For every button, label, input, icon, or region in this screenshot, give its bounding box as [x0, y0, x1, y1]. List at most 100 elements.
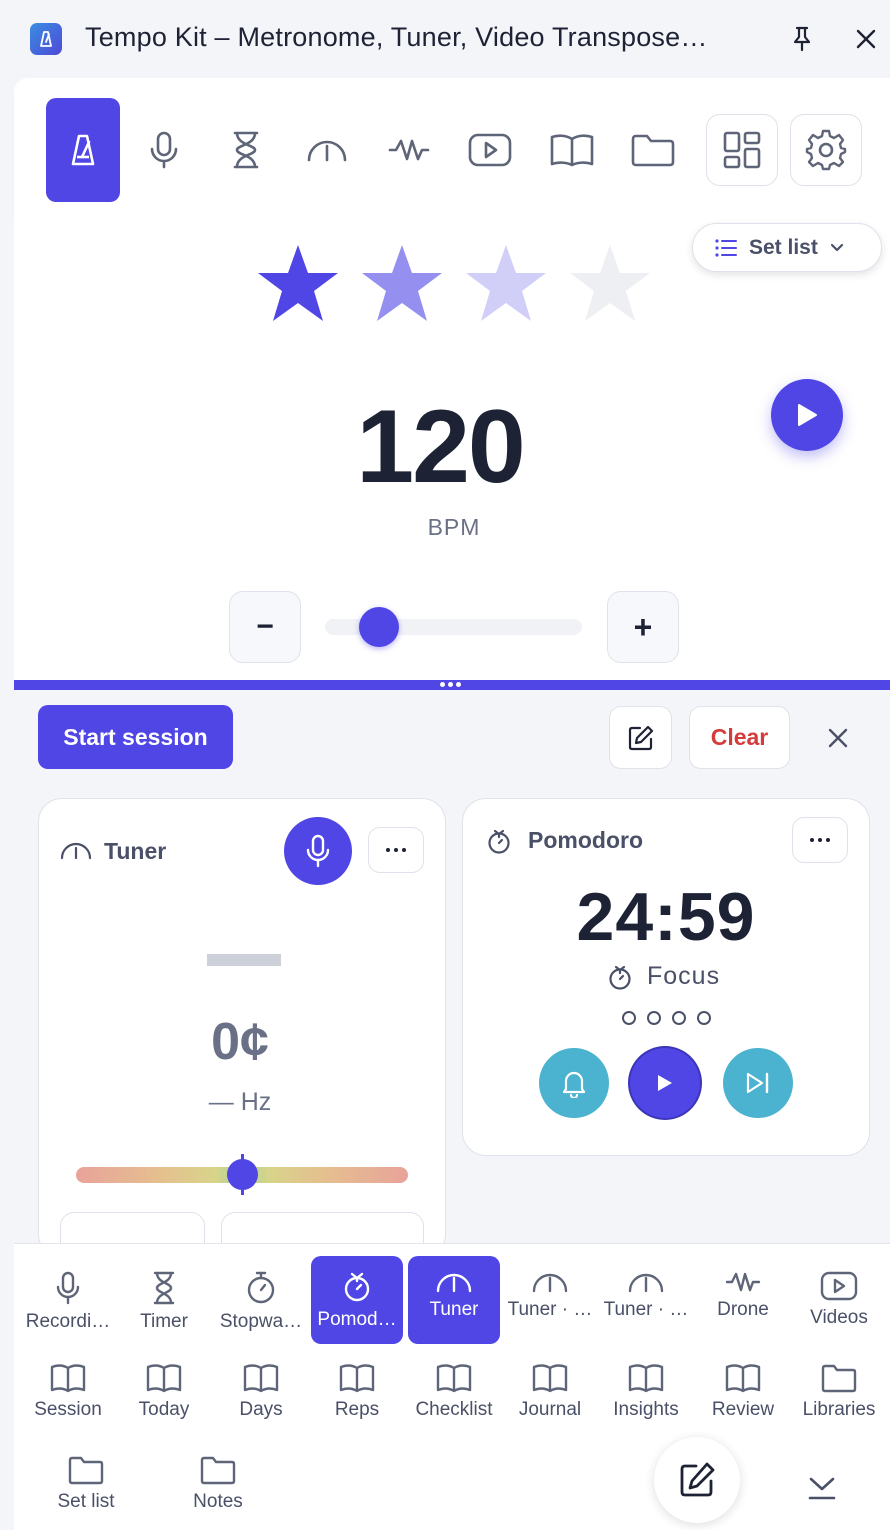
edit-icon	[680, 1462, 715, 1497]
layout-button[interactable]	[706, 114, 778, 186]
close-window-icon[interactable]	[849, 22, 883, 56]
tuner-mic-button[interactable]	[284, 817, 352, 885]
tool-timer[interactable]	[209, 98, 283, 202]
book-icon	[146, 1363, 182, 1393]
pomodoro-card-title: Pomodoro	[528, 827, 643, 853]
launcher-item-label: Tuner · …	[507, 1299, 593, 1320]
launcher-item-videos[interactable]: Videos	[793, 1256, 885, 1344]
launcher-item-review[interactable]: Review	[697, 1348, 789, 1436]
edit-icon	[628, 725, 653, 750]
tool-journal[interactable]	[535, 98, 609, 202]
accent-star-2[interactable]	[360, 243, 444, 323]
launcher-item-pomod[interactable]: Pomod…	[311, 1256, 403, 1344]
folder-icon	[631, 134, 675, 167]
launcher-item-days[interactable]: Days	[215, 1348, 307, 1436]
launcher-item-timer[interactable]: Timer	[118, 1256, 210, 1344]
launcher-item-session[interactable]: Session	[22, 1348, 114, 1436]
accent-star-3[interactable]	[464, 243, 548, 323]
pomodoro-more-button[interactable]	[792, 817, 848, 863]
tomato-timer-icon	[609, 965, 631, 990]
book-icon	[243, 1363, 279, 1393]
round-dot	[622, 1011, 636, 1025]
tuner-gauge-icon	[60, 842, 92, 860]
pomodoro-skip-button[interactable]	[723, 1048, 793, 1118]
tuner-frequency: — Hz	[208, 1088, 272, 1116]
skip-forward-icon	[746, 1072, 769, 1094]
tuner-more-button[interactable]	[368, 827, 424, 873]
launcher-item-label: Days	[239, 1399, 283, 1420]
collapse-launcher-icon[interactable]	[804, 1470, 840, 1506]
launcher-item-label: Today	[138, 1399, 190, 1420]
pomodoro-play-button[interactable]	[630, 1048, 700, 1118]
launcher-item-notes[interactable]: Notes	[172, 1440, 264, 1528]
book-icon	[436, 1363, 472, 1393]
setlist-dropdown[interactable]: Set list	[692, 223, 882, 272]
play-icon	[658, 1075, 672, 1091]
launcher-item-label: Set list	[57, 1491, 115, 1512]
tool-videos[interactable]	[453, 98, 527, 202]
bpm-decrease-button[interactable]: −	[229, 591, 301, 663]
launcher-item-set-list[interactable]: Set list	[40, 1440, 132, 1528]
tool-microphone[interactable]	[127, 98, 201, 202]
launcher-item-libraries[interactable]: Libraries	[793, 1348, 885, 1436]
plus-icon: +	[633, 608, 653, 645]
splitter-handle-icon[interactable]	[440, 682, 461, 687]
bpm-value[interactable]: 120	[290, 388, 590, 507]
launcher-item-recordi[interactable]: Recordi…	[22, 1256, 114, 1344]
launcher-item-label: Checklist	[415, 1399, 493, 1420]
accent-star-4[interactable]	[568, 243, 652, 323]
close-session-icon[interactable]	[820, 720, 856, 756]
minus-icon: −	[256, 610, 274, 643]
tool-libraries[interactable]	[616, 98, 690, 202]
launcher-item-journal[interactable]: Journal	[504, 1348, 596, 1436]
compose-button[interactable]	[654, 1437, 740, 1523]
tuner-gauge-icon	[436, 1271, 472, 1293]
hourglass-icon	[233, 131, 259, 169]
accent-star-1[interactable]	[256, 243, 340, 323]
pomodoro-phase-label: Focus	[647, 962, 721, 990]
launcher-item-insights[interactable]: Insights	[600, 1348, 692, 1436]
launcher-item-tuner[interactable]: Tuner · …	[504, 1256, 596, 1344]
edit-session-button[interactable]	[609, 706, 672, 769]
clear-session-button[interactable]: Clear	[689, 706, 790, 769]
grid-layout-icon	[723, 131, 761, 169]
tool-metronome[interactable]	[46, 98, 120, 202]
folder-icon	[821, 1363, 857, 1393]
launcher-item-label: Review	[711, 1399, 775, 1420]
gear-icon	[805, 129, 847, 171]
launcher-item-tuner[interactable]: Tuner	[408, 1256, 500, 1344]
metronome-play-button[interactable]	[771, 379, 843, 451]
book-icon	[50, 1363, 86, 1393]
settings-button[interactable]	[790, 114, 862, 186]
launcher-item-label: Libraries	[802, 1399, 876, 1420]
pin-icon[interactable]	[785, 22, 819, 56]
tool-drone[interactable]	[372, 98, 446, 202]
launcher-item-label: Pomod…	[317, 1309, 397, 1330]
launcher-item-label: Tuner	[429, 1299, 479, 1320]
launcher-item-reps[interactable]: Reps	[311, 1348, 403, 1436]
pomodoro-alert-button[interactable]	[539, 1048, 609, 1118]
chevron-down-icon	[830, 243, 843, 251]
bpm-increase-button[interactable]: +	[607, 591, 679, 663]
app-logo-icon	[30, 23, 62, 55]
hourglass-icon	[152, 1271, 176, 1305]
bpm-slider-thumb[interactable]	[359, 607, 399, 647]
launcher-item-drone[interactable]: Drone	[697, 1256, 789, 1344]
folder-icon	[68, 1455, 104, 1485]
window-title: Tempo Kit – Metronome, Tuner, Video Tran…	[85, 22, 708, 52]
tuner-gauge-icon	[532, 1271, 568, 1293]
launcher-item-label: Recordi…	[25, 1311, 111, 1332]
launcher-item-tuner[interactable]: Tuner · …	[600, 1256, 692, 1344]
metronome-icon	[71, 134, 95, 166]
tool-bar	[14, 78, 890, 222]
book-icon	[725, 1363, 761, 1393]
launcher-item-stopwa[interactable]: Stopwa…	[215, 1256, 307, 1344]
launcher-item-label: Journal	[518, 1399, 582, 1420]
video-play-icon	[820, 1271, 858, 1301]
launcher-item-today[interactable]: Today	[118, 1348, 210, 1436]
book-icon	[550, 134, 594, 167]
tool-tuner[interactable]	[290, 98, 364, 202]
launcher-item-checklist[interactable]: Checklist	[408, 1348, 500, 1436]
start-session-button[interactable]: Start session	[38, 705, 233, 769]
launcher-item-label: Insights	[613, 1399, 679, 1420]
